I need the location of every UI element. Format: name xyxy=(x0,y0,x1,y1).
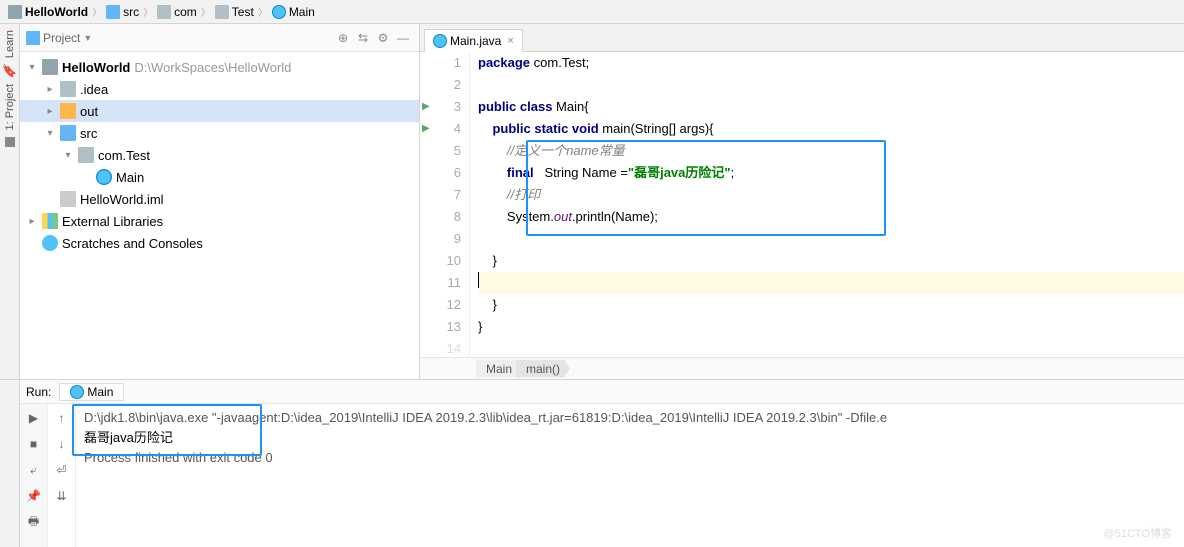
chevron-right-icon: 〉 xyxy=(258,4,268,19)
console-output[interactable]: D:\jdk1.8\bin\java.exe "-javaagent:D:\id… xyxy=(76,404,1184,547)
tree-scratches[interactable]: Scratches and Consoles xyxy=(20,232,419,254)
run-toolbar-2: ↑ ↓ ⏎ ⇊ xyxy=(48,404,76,547)
tree-src[interactable]: ▾src xyxy=(20,122,419,144)
java-class-icon xyxy=(272,5,286,19)
project-panel: Project▼ ⊕ ⇆ ⚙ — ▾HelloWorldD:\WorkSpace… xyxy=(20,24,420,379)
folder-icon xyxy=(215,5,229,19)
run-toolbar-1: ▶ ■ ⤶ 📌 🖶 xyxy=(20,404,48,547)
gutter: 12 ▶3 ▶4 5678 91011121314 xyxy=(420,52,470,357)
watermark: @51CTO博客 xyxy=(1104,525,1172,541)
chevron-right-icon: 〉 xyxy=(201,4,211,19)
folder-icon xyxy=(26,31,40,45)
scroll-icon[interactable]: ⇊ xyxy=(52,486,72,506)
package-icon xyxy=(78,147,94,163)
run-left-strip xyxy=(0,380,20,547)
file-icon xyxy=(60,191,76,207)
run-config[interactable]: Main xyxy=(59,383,124,401)
bc-item-com[interactable]: com xyxy=(155,5,199,19)
project-tree[interactable]: ▾HelloWorldD:\WorkSpaces\HelloWorld ▸.id… xyxy=(20,52,419,258)
breadcrumb: HelloWorld 〉 src 〉 com 〉 Test 〉 Main xyxy=(0,0,1184,24)
collapse-icon[interactable]: ⇆ xyxy=(353,28,373,48)
console-cmd: D:\jdk1.8\bin\java.exe "-javaagent:D:\id… xyxy=(84,408,1176,428)
tab-learn[interactable]: Learn xyxy=(4,30,16,58)
java-class-icon xyxy=(96,169,112,185)
nav-method[interactable]: main() xyxy=(516,360,570,378)
editor-breadcrumb: Main main() xyxy=(420,357,1184,379)
folder-icon xyxy=(157,5,171,19)
folder-icon xyxy=(106,5,120,19)
stop-icon[interactable]: ■ xyxy=(24,434,44,454)
console-stdout: 磊哥java历险记 xyxy=(84,428,1176,448)
tree-main-class[interactable]: Main xyxy=(20,166,419,188)
editor-tabbar: Main.java × xyxy=(420,24,1184,52)
editor-panel: Main.java × 12 ▶3 ▶4 5678 91011121314 pa… xyxy=(420,24,1184,379)
bc-item-test[interactable]: Test xyxy=(213,5,256,19)
tree-ext-lib[interactable]: ▸External Libraries xyxy=(20,210,419,232)
tree-package[interactable]: ▾com.Test xyxy=(20,144,419,166)
code-area[interactable]: 12 ▶3 ▶4 5678 91011121314 package com.Te… xyxy=(420,52,1184,357)
tree-idea[interactable]: ▸.idea xyxy=(20,78,419,100)
run-header: Run: Main xyxy=(20,380,1184,404)
close-icon[interactable]: × xyxy=(507,35,513,47)
editor-tab-main[interactable]: Main.java × xyxy=(424,29,523,52)
folder-icon xyxy=(42,59,58,75)
wrap-icon[interactable]: ⏎ xyxy=(52,460,72,480)
pin-icon[interactable]: 📌 xyxy=(24,486,44,506)
rerun-icon[interactable]: ▶ xyxy=(24,408,44,428)
gear-icon[interactable]: ⚙ xyxy=(373,28,393,48)
java-class-icon xyxy=(433,34,447,48)
tab-project[interactable]: 1: Project xyxy=(4,84,16,130)
left-tool-strip: Learn 🔖 1: Project xyxy=(0,24,20,379)
exit-icon[interactable]: ⤶ xyxy=(24,460,44,480)
structure-icon[interactable] xyxy=(5,137,15,147)
run-gutter-icon[interactable]: ▶ xyxy=(422,96,430,118)
bookmark-icon: 🔖 xyxy=(2,64,17,78)
console-exit: Process finished with exit code 0 xyxy=(84,448,1176,468)
code-text[interactable]: package com.Test; public class Main{ pub… xyxy=(470,52,1184,357)
down-icon[interactable]: ↓ xyxy=(52,434,72,454)
run-label: Run: xyxy=(26,385,51,399)
library-icon xyxy=(42,213,58,229)
print-icon[interactable]: 🖶 xyxy=(24,512,44,532)
tree-out[interactable]: ▸out xyxy=(20,100,419,122)
caret xyxy=(478,272,479,288)
folder-icon xyxy=(60,125,76,141)
folder-icon xyxy=(60,103,76,119)
tree-root[interactable]: ▾HelloWorldD:\WorkSpaces\HelloWorld xyxy=(20,56,419,78)
nav-class[interactable]: Main xyxy=(476,360,522,378)
bc-item-src[interactable]: src xyxy=(104,5,141,19)
project-view-selector[interactable]: Project▼ xyxy=(26,31,92,45)
folder-icon xyxy=(8,5,22,19)
run-panel: Run: Main ▶ ■ ⤶ 📌 🖶 ↑ ↓ ⏎ ⇊ D:\jdk1.8\bi… xyxy=(0,379,1184,547)
bc-item-root[interactable]: HelloWorld xyxy=(6,5,90,19)
locate-icon[interactable]: ⊕ xyxy=(333,28,353,48)
hide-icon[interactable]: — xyxy=(393,28,413,48)
run-gutter-icon[interactable]: ▶ xyxy=(422,118,430,140)
java-class-icon xyxy=(70,385,84,399)
folder-icon xyxy=(60,81,76,97)
up-icon[interactable]: ↑ xyxy=(52,408,72,428)
project-header: Project▼ ⊕ ⇆ ⚙ — xyxy=(20,24,419,52)
tree-iml[interactable]: HelloWorld.iml xyxy=(20,188,419,210)
chevron-right-icon: 〉 xyxy=(92,4,102,19)
scratch-icon xyxy=(42,235,58,251)
chevron-right-icon: 〉 xyxy=(143,4,153,19)
bc-item-main[interactable]: Main xyxy=(270,5,317,19)
